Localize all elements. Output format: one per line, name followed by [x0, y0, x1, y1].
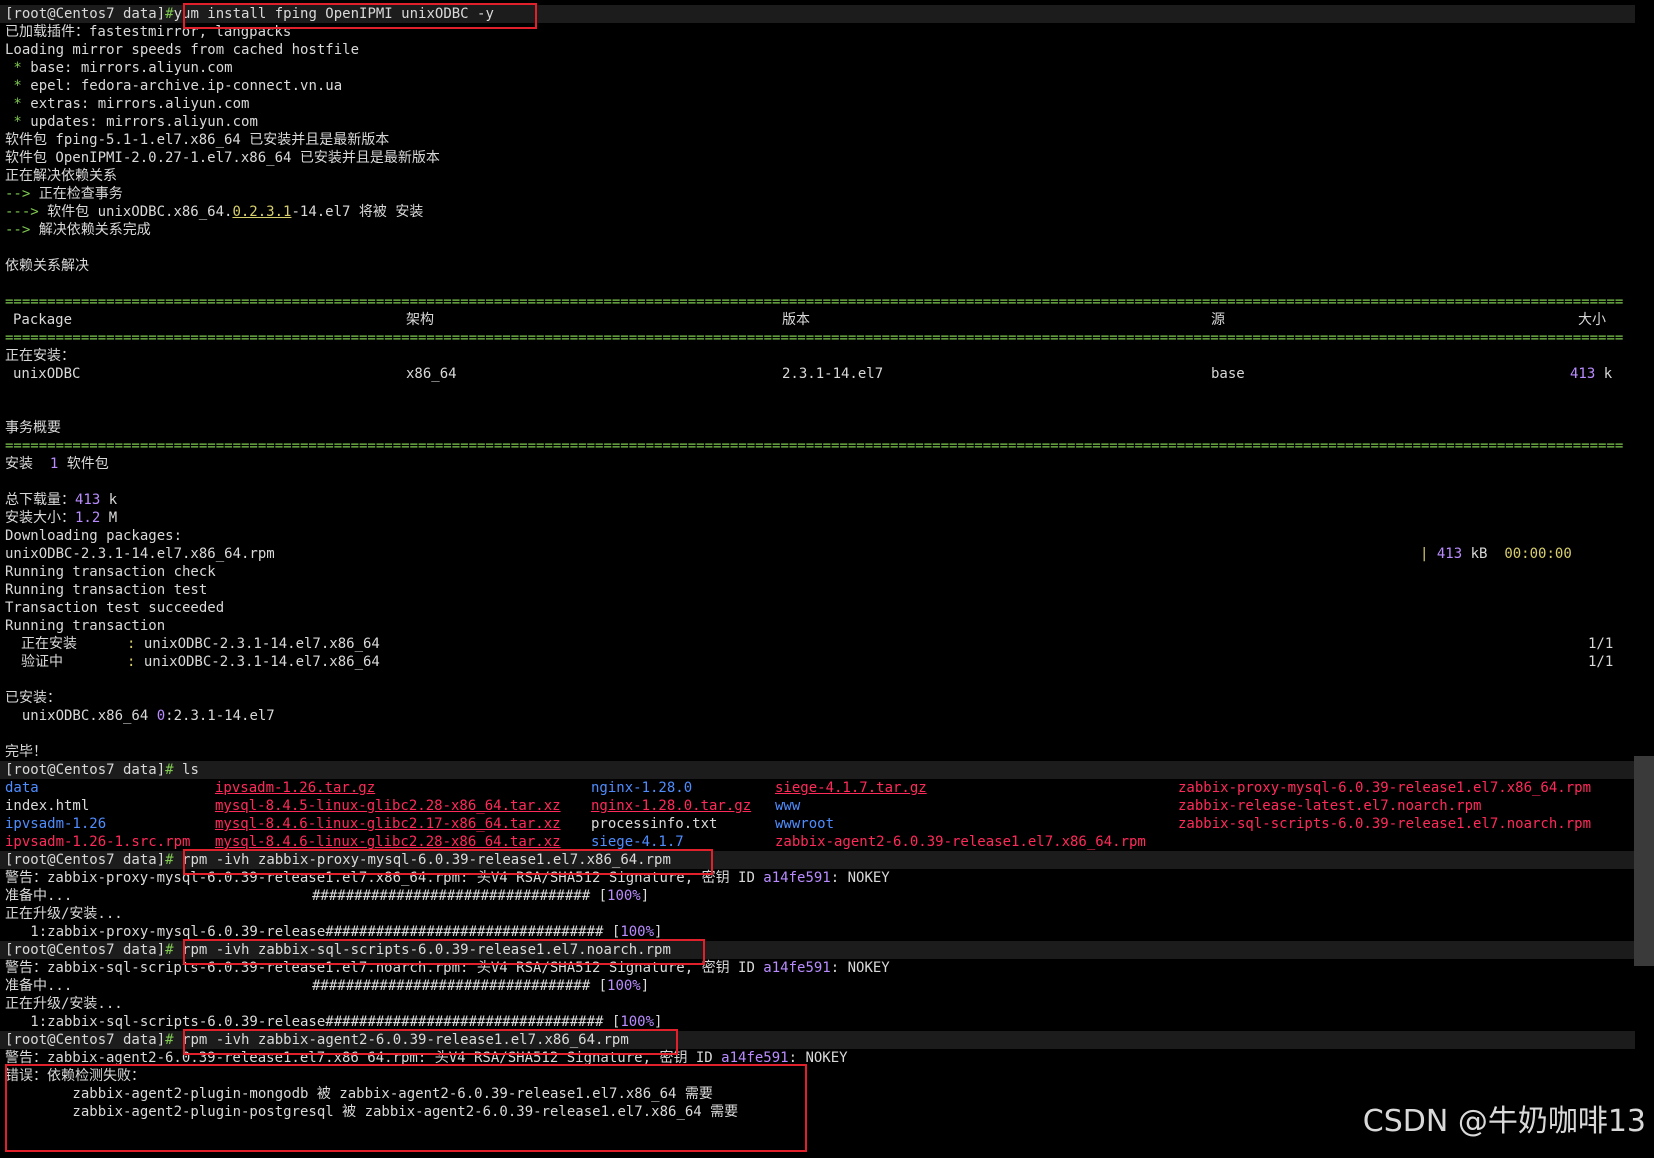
output-line: 依赖关系解决	[5, 258, 89, 274]
output-line: 软件包 OpenIPMI-2.0.27-1.el7.x86_64 已安装并且是最…	[5, 150, 440, 166]
table-cell: 2.3.1-14.el7	[782, 366, 884, 382]
col-header: Package	[13, 312, 73, 328]
ls-archive: ipvsadm-1.26.tar.gz	[215, 780, 376, 796]
progress-count: 1/1	[1588, 636, 1614, 652]
output-line: 总下载量：413 k	[5, 492, 118, 508]
highlight-box-rpm-proxy	[183, 849, 713, 875]
output-line: Running transaction test	[5, 582, 208, 598]
output-line: Running transaction check	[5, 564, 216, 580]
output-line: * extras: mirrors.aliyun.com	[5, 96, 250, 112]
output-line: : unixODBC-2.3.1-14.el7.x86_64	[127, 636, 380, 652]
output-line: Running transaction	[5, 618, 166, 634]
ls-dir: nginx-1.28.0	[591, 780, 693, 796]
output-line: Transaction test succeeded	[5, 600, 225, 616]
ls-dir: wwwroot	[775, 816, 835, 832]
output-line: 完毕！	[5, 744, 47, 760]
separator: ========================================…	[5, 438, 1623, 454]
output-line: 验证中	[21, 654, 63, 670]
ls-file: index.html	[5, 798, 90, 814]
ls-archive: siege-4.1.7.tar.gz	[775, 780, 927, 796]
output-line: 正在安装：	[5, 348, 75, 364]
terminal-window[interactable]: [root@Centos7 data]#yum install fping Op…	[0, 0, 1654, 1158]
output-line: 事务概要	[5, 420, 61, 436]
table-cell: 413 k	[1570, 366, 1613, 382]
ls-archive: zabbix-sql-scripts-6.0.39-release1.el7.n…	[1178, 816, 1592, 832]
separator: ========================================…	[5, 294, 1623, 310]
ls-archive: zabbix-proxy-mysql-6.0.39-release1.el7.x…	[1178, 780, 1592, 796]
progress-bar-text: ################################# [100%]	[312, 888, 650, 904]
command-line-ls: [root@Centos7 data]# ls	[0, 761, 1635, 779]
output-line: 已安装：	[5, 690, 61, 706]
watermark: CSDN @牛奶咖啡13	[1362, 1104, 1646, 1139]
ls-archive: mysql-8.4.6-linux-glibc2.17-x86_64.tar.x…	[215, 816, 561, 832]
output-line: 安装大小：1.2 M	[5, 510, 118, 526]
highlight-box-error	[5, 1064, 807, 1152]
table-cell: unixODBC	[13, 366, 81, 382]
ls-dir: ipvsadm-1.26	[5, 816, 107, 832]
ls-archive: mysql-8.4.5-linux-glibc2.28-x86_64.tar.x…	[215, 798, 561, 814]
scrollbar-thumb[interactable]	[1634, 756, 1654, 966]
highlight-box-yum	[183, 3, 537, 29]
output-line: 正在升级/安装...	[5, 996, 123, 1012]
output-line: Loading mirror speeds from cached hostfi…	[5, 42, 360, 58]
ls-archive: nginx-1.28.0.tar.gz	[591, 798, 752, 814]
ls-file: processinfo.txt	[591, 816, 718, 832]
shell-prompt: [root@Centos7 data]	[5, 6, 166, 22]
col-header: 版本	[782, 312, 810, 328]
ls-archive: zabbix-release-latest.el7.noarch.rpm	[1178, 798, 1482, 814]
output-line: 软件包 fping-5.1-1.el7.x86_64 已安装并且是最新版本	[5, 132, 390, 148]
download-stats: | 413 kB 00:00:00	[1420, 546, 1572, 562]
ls-dir: www	[775, 798, 801, 814]
ls-archive: zabbix-agent2-6.0.39-release1.el7.x86_64…	[775, 834, 1146, 850]
output-line: 安装 1 软件包	[5, 456, 109, 472]
output-line: ---> 软件包 unixODBC.x86_64.0.2.3.1-14.el7 …	[5, 204, 424, 220]
progress-bar-text: ################################# [100%]	[312, 978, 650, 994]
col-header: 源	[1211, 312, 1225, 328]
separator: ========================================…	[5, 330, 1623, 346]
output-line: --> 正在检查事务	[5, 186, 123, 202]
ls-archive: ipvsadm-1.26-1.src.rpm	[5, 834, 191, 850]
output-line: 正在解决依赖关系	[5, 168, 117, 184]
ls-dir: data	[5, 780, 39, 796]
col-header: 大小	[1578, 312, 1606, 328]
output-line: * epel: fedora-archive.ip-connect.vn.ua	[5, 78, 343, 94]
output-line: --> 解决依赖关系完成	[5, 222, 151, 238]
progress-count: 1/1	[1588, 654, 1614, 670]
output-line: * updates: mirrors.aliyun.com	[5, 114, 258, 130]
table-cell: base	[1211, 366, 1245, 382]
highlight-box-rpm-agent2	[183, 1029, 678, 1055]
col-header: 架构	[406, 312, 434, 328]
output-line: 正在安装	[21, 636, 77, 652]
table-cell: x86_64	[406, 366, 457, 382]
output-line: 正在升级/安装...	[5, 906, 123, 922]
output-line: unixODBC-2.3.1-14.el7.x86_64.rpm	[5, 546, 275, 562]
output-line: 准备中...	[5, 888, 73, 904]
output-line: * base: mirrors.aliyun.com	[5, 60, 233, 76]
highlight-box-rpm-sql	[183, 939, 705, 965]
output-line: 准备中...	[5, 978, 73, 994]
output-line: : unixODBC-2.3.1-14.el7.x86_64	[127, 654, 380, 670]
output-line: Downloading packages:	[5, 528, 183, 544]
output-line: unixODBC.x86_64 0:2.3.1-14.el7	[21, 708, 275, 724]
